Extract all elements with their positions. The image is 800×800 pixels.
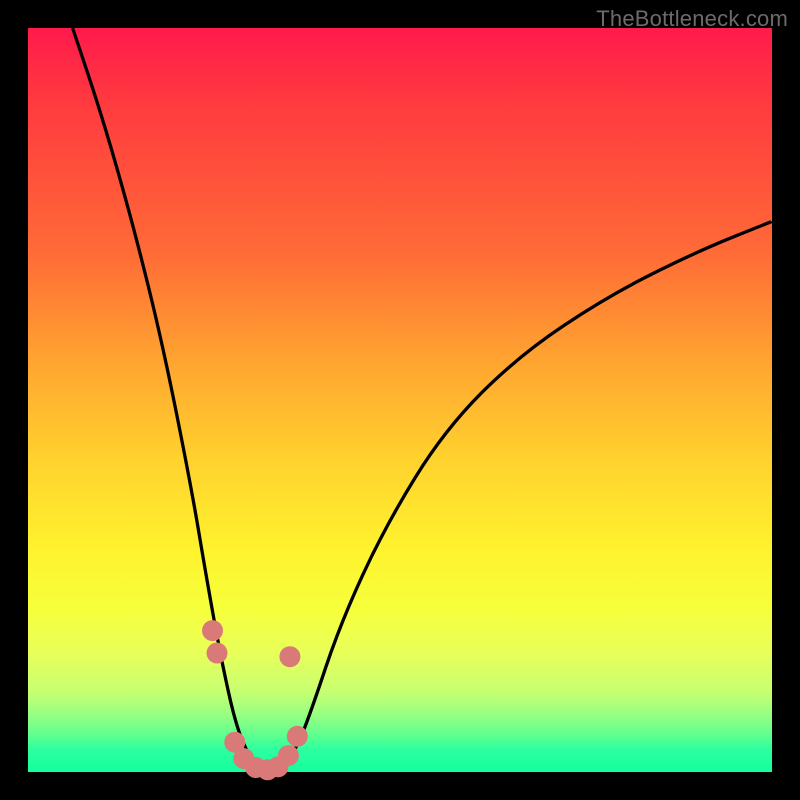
curve-marker-dot — [279, 646, 300, 667]
curve-marker-dot — [287, 726, 308, 747]
bottleneck-curve-path — [73, 28, 772, 771]
marker-group — [202, 620, 308, 780]
curve-marker-dot — [207, 643, 228, 664]
curve-marker-dot — [278, 745, 299, 766]
plot-area — [28, 28, 772, 772]
watermark-text: TheBottleneck.com — [596, 6, 788, 32]
curve-layer — [28, 28, 772, 772]
curve-marker-dot — [202, 620, 223, 641]
